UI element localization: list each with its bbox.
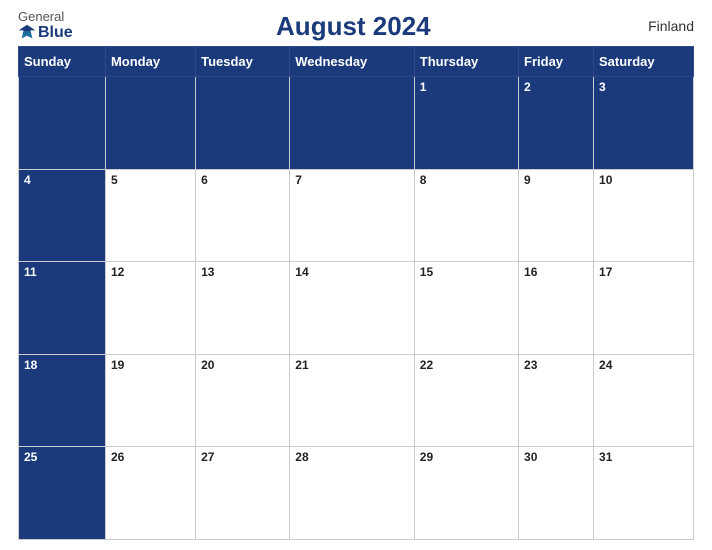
calendar-table: SundayMondayTuesdayWednesdayThursdayFrid… [18,46,694,540]
calendar-day-2: 2 [519,77,594,170]
weekday-header-friday: Friday [519,47,594,77]
day-number: 28 [295,450,308,464]
calendar-day-24: 24 [594,354,694,447]
weekday-header-saturday: Saturday [594,47,694,77]
calendar-day-empty [196,77,290,170]
day-number: 8 [420,173,427,187]
calendar-day-10: 10 [594,169,694,262]
calendar-week-row: 4 5 6 7 8 9 10 [19,169,694,262]
calendar-day-14: 14 [290,262,415,355]
calendar-day-27: 27 [196,447,290,540]
day-number: 20 [201,358,214,372]
day-number: 30 [524,450,537,464]
calendar-day-26: 26 [105,447,195,540]
top-bar: General Blue August 2024 Finland [18,10,694,42]
calendar-day-11: 11 [19,262,106,355]
day-number: 13 [201,265,214,279]
day-number: 6 [201,173,208,187]
day-number: 4 [24,173,31,187]
day-number: 26 [111,450,124,464]
calendar-day-29: 29 [414,447,518,540]
weekday-header-monday: Monday [105,47,195,77]
calendar-day-empty [19,77,106,170]
weekday-header-sunday: Sunday [19,47,106,77]
day-number: 23 [524,358,537,372]
calendar-week-row: 25 26 27 28 29 30 31 [19,447,694,540]
weekday-header-thursday: Thursday [414,47,518,77]
day-number: 25 [24,450,37,464]
day-number: 9 [524,173,531,187]
day-number: 12 [111,265,124,279]
day-number: 19 [111,358,124,372]
calendar-day-15: 15 [414,262,518,355]
day-number: 10 [599,173,612,187]
calendar-week-row: 18 19 20 21 22 23 24 [19,354,694,447]
day-number: 14 [295,265,308,279]
calendar-day-empty [290,77,415,170]
day-number: 22 [420,358,433,372]
logo: General Blue [18,10,73,42]
calendar-week-row: 1 2 3 [19,77,694,170]
day-number: 11 [24,265,37,279]
bird-icon [18,24,36,42]
day-number: 24 [599,358,612,372]
calendar-day-7: 7 [290,169,415,262]
logo-blue-label: Blue [38,24,73,42]
calendar-day-20: 20 [196,354,290,447]
calendar-day-23: 23 [519,354,594,447]
calendar-day-31: 31 [594,447,694,540]
calendar-day-16: 16 [519,262,594,355]
day-number: 21 [295,358,308,372]
logo-general-text: General [18,10,64,24]
day-number: 1 [420,80,427,94]
day-number: 2 [524,80,531,94]
calendar-day-19: 19 [105,354,195,447]
day-number: 5 [111,173,118,187]
day-number: 27 [201,450,214,464]
calendar-day-18: 18 [19,354,106,447]
calendar-day-5: 5 [105,169,195,262]
day-number: 3 [599,80,606,94]
day-number: 18 [24,358,37,372]
calendar-day-12: 12 [105,262,195,355]
calendar-day-25: 25 [19,447,106,540]
country-label: Finland [634,18,694,34]
logo-blue-text: Blue [18,24,73,42]
calendar-day-22: 22 [414,354,518,447]
calendar-day-30: 30 [519,447,594,540]
calendar-day-21: 21 [290,354,415,447]
calendar-day-9: 9 [519,169,594,262]
day-number: 16 [524,265,537,279]
calendar-day-6: 6 [196,169,290,262]
calendar-day-13: 13 [196,262,290,355]
calendar-day-8: 8 [414,169,518,262]
weekday-header-tuesday: Tuesday [196,47,290,77]
calendar-day-4: 4 [19,169,106,262]
calendar-day-empty [105,77,195,170]
day-number: 7 [295,173,302,187]
weekday-header-row: SundayMondayTuesdayWednesdayThursdayFrid… [19,47,694,77]
weekday-header-wednesday: Wednesday [290,47,415,77]
day-number: 29 [420,450,433,464]
calendar-day-28: 28 [290,447,415,540]
calendar-day-3: 3 [594,77,694,170]
calendar-title: August 2024 [73,11,634,42]
calendar-day-17: 17 [594,262,694,355]
day-number: 31 [599,450,612,464]
day-number: 15 [420,265,433,279]
day-number: 17 [599,265,612,279]
calendar-day-1: 1 [414,77,518,170]
calendar-week-row: 11 12 13 14 15 16 17 [19,262,694,355]
